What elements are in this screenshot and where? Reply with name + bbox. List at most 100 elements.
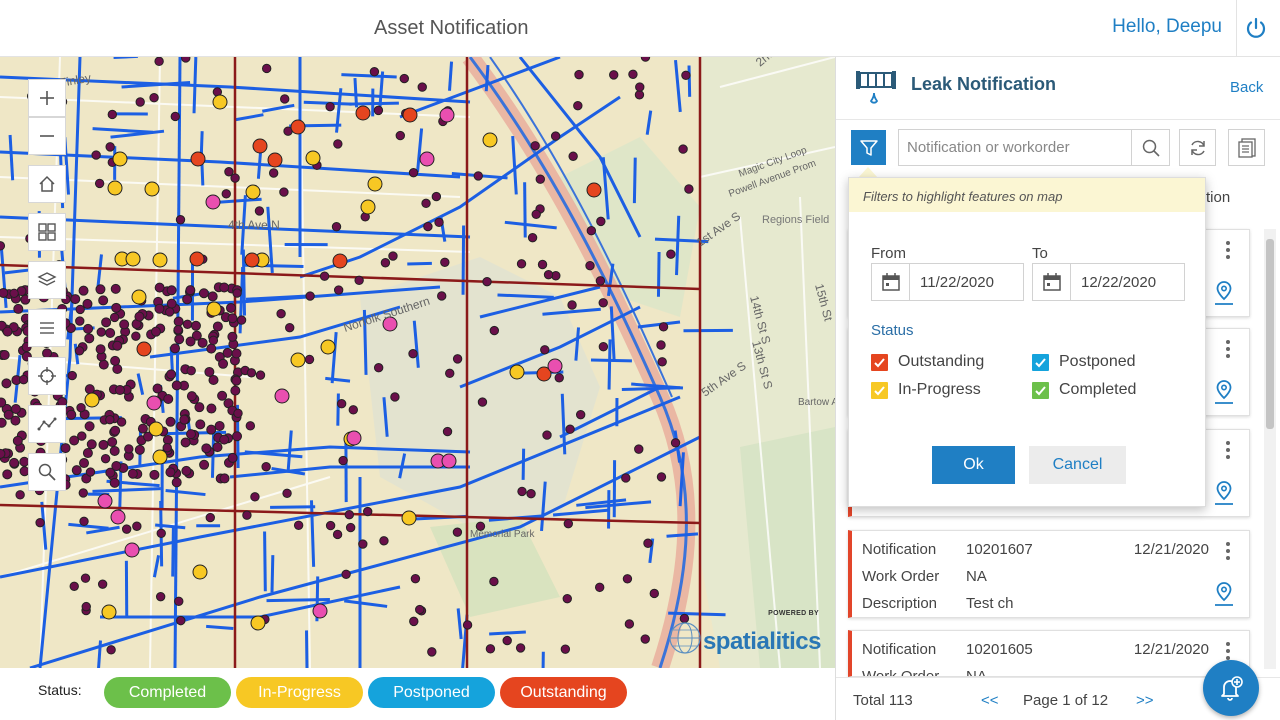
search-input[interactable]: [899, 130, 1131, 165]
work-order-value: NA: [966, 568, 987, 585]
completed-label: Completed: [1059, 381, 1137, 398]
ok-button[interactable]: Ok: [932, 446, 1015, 484]
total-count: Total 113: [853, 692, 913, 709]
work-order-label: Work Order: [862, 668, 940, 677]
description-value: Test ch: [966, 595, 1014, 612]
map-search-button[interactable]: [28, 453, 66, 491]
refresh-button[interactable]: [1179, 129, 1216, 166]
measure-button[interactable]: [28, 405, 66, 443]
scrollbar-thumb[interactable]: [1266, 239, 1274, 429]
list-icon: [40, 322, 54, 334]
work-order-label: Work Order: [862, 568, 940, 585]
notification-card[interactable]: Notification 10201605 Work Order NA 12/21/…: [848, 630, 1250, 677]
power-icon: [1246, 17, 1266, 38]
document-list-icon: [1237, 137, 1256, 158]
map-toolbar: [28, 79, 66, 491]
calendar-button[interactable]: [872, 264, 910, 300]
notification-card[interactable]: Notification 10201607 Work Order NA Descri…: [848, 530, 1250, 618]
from-date-field[interactable]: 11/22/2020: [871, 263, 1024, 301]
plus-icon: [40, 91, 54, 105]
home-button[interactable]: [28, 165, 66, 203]
outstanding-checkbox[interactable]: [871, 354, 888, 371]
location-pin-icon[interactable]: [1213, 280, 1235, 306]
previous-page-button[interactable]: <<: [981, 692, 999, 709]
postponed-checkbox[interactable]: [1032, 354, 1049, 371]
list-view-button[interactable]: [1228, 129, 1265, 166]
next-page-button[interactable]: >>: [1136, 692, 1154, 709]
location-pin-icon[interactable]: [1213, 379, 1235, 405]
powered-by-text: POWERED BY: [768, 610, 819, 617]
back-link[interactable]: Back: [1230, 79, 1263, 96]
panel-title: Leak Notification: [911, 74, 1057, 94]
in-progress-label: In-Progress: [898, 381, 981, 398]
divider: [836, 119, 1280, 120]
from-label: From: [871, 245, 906, 262]
bell-plus-icon: [1221, 676, 1243, 701]
postponed-label: Postponed: [1059, 353, 1136, 370]
checkmark-icon: [1035, 386, 1046, 396]
cancel-button[interactable]: Cancel: [1029, 446, 1126, 484]
location-pin-icon[interactable]: [1213, 581, 1235, 607]
home-icon: [39, 175, 55, 192]
to-date-value: 12/22/2020: [1081, 274, 1157, 291]
polyline-icon: [37, 417, 57, 431]
place-label: Memorial Park: [470, 529, 535, 540]
brand-logo: POWERED BY spatialitics: [667, 610, 822, 656]
search-icon: [38, 463, 56, 481]
layers-icon: [37, 272, 57, 286]
zoom-in-button[interactable]: [28, 79, 66, 117]
list-scrollbar[interactable]: [1264, 229, 1276, 669]
legend-completed: Completed: [104, 677, 231, 708]
legend-in-progress: In-Progress: [236, 677, 363, 708]
filter-popup: Filters to highlight features on map Fro…: [848, 177, 1206, 507]
completed-checkbox[interactable]: [1032, 382, 1049, 399]
notification-number: 10201607: [966, 541, 1033, 558]
calendar-button[interactable]: [1033, 264, 1071, 300]
add-notification-button[interactable]: [1203, 660, 1259, 716]
legend-button[interactable]: [28, 309, 66, 347]
calendar-icon: [881, 273, 900, 291]
more-options-icon[interactable]: [1223, 641, 1233, 661]
crosshair-icon: [38, 367, 56, 385]
notification-number: 10201605: [966, 641, 1033, 658]
page-indicator: Page 1 of 12: [1023, 692, 1109, 709]
notification-date: 12/21/2020: [1133, 541, 1209, 558]
globe-icon: [669, 622, 701, 654]
logout-button[interactable]: [1240, 12, 1272, 44]
pipe-leak-icon: [856, 71, 896, 104]
search-box: [898, 129, 1170, 166]
zoom-out-button[interactable]: [28, 117, 66, 155]
search-button[interactable]: [1131, 130, 1169, 165]
legend-outstanding: Outstanding: [500, 677, 627, 708]
more-options-icon[interactable]: [1223, 440, 1233, 460]
app-header: Asset Notification Hello, Deepu: [0, 0, 1280, 57]
column-header: tion: [1206, 189, 1231, 206]
grid-icon: [38, 223, 56, 241]
in-progress-checkbox[interactable]: [871, 382, 888, 399]
status-legend-label: Status:: [38, 682, 82, 698]
basemap-gallery-button[interactable]: [28, 213, 66, 251]
place-label: Regions Field: [762, 214, 829, 226]
more-options-icon[interactable]: [1223, 541, 1233, 561]
location-pin-icon[interactable]: [1213, 480, 1235, 506]
header-divider: [1236, 0, 1237, 57]
filter-hint: Filters to highlight features on map: [849, 178, 1205, 212]
filter-button[interactable]: [851, 130, 886, 165]
notification-label: Notification: [862, 641, 937, 658]
map-canvas[interactable]: 4th Ave N Norfolk Southern 1st Ave S 14t…: [0, 57, 835, 668]
calendar-icon: [1042, 273, 1061, 291]
to-label: To: [1032, 245, 1048, 262]
checkmark-icon: [1035, 358, 1046, 368]
filter-icon: [859, 139, 878, 156]
from-date-value: 11/22/2020: [920, 274, 994, 291]
layers-button[interactable]: [28, 261, 66, 299]
street-label: 4th Ave N: [228, 218, 280, 232]
map-view[interactable]: 4th Ave N Norfolk Southern 1st Ave S 14t…: [0, 57, 835, 668]
locate-button[interactable]: [28, 357, 66, 395]
work-order-value: NA: [966, 668, 987, 677]
more-options-icon[interactable]: [1223, 339, 1233, 359]
status-legend: Status: Completed In-Progress Postponed …: [0, 668, 835, 720]
more-options-icon[interactable]: [1223, 240, 1233, 260]
place-label: Bartow Arena: [798, 397, 835, 408]
to-date-field[interactable]: 12/22/2020: [1032, 263, 1185, 301]
